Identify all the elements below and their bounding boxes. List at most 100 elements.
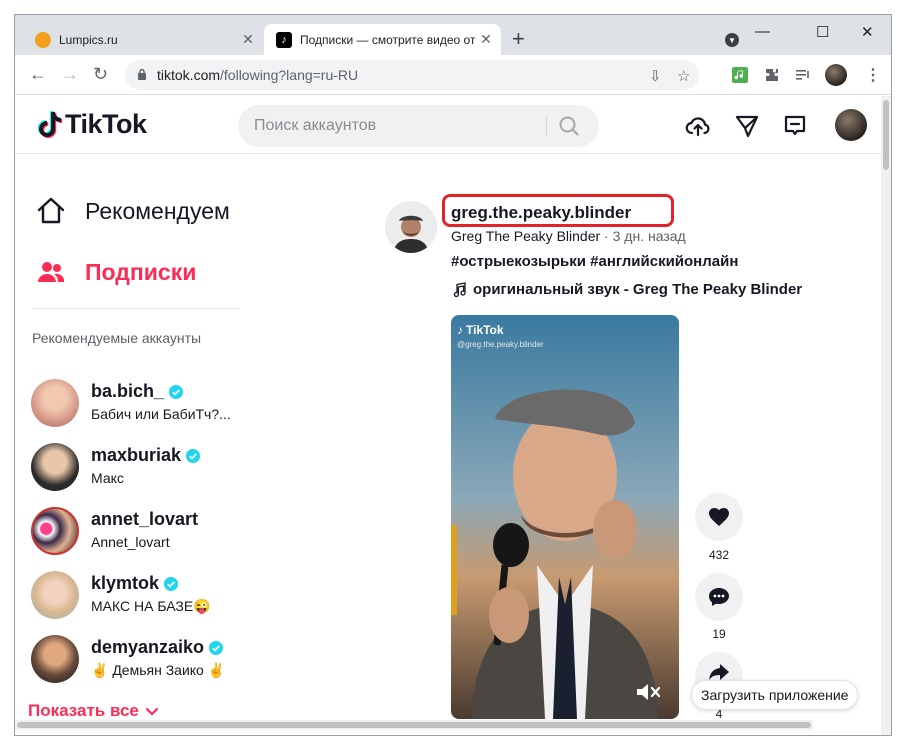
minimize-icon[interactable]: — (755, 23, 770, 40)
username-text: klymtok (91, 573, 160, 593)
username-text: ba.bich_ (91, 381, 165, 401)
tiktok-logo[interactable]: TikTok (35, 109, 147, 140)
messages-send-icon[interactable] (734, 113, 760, 139)
search-icon[interactable] (558, 115, 580, 137)
verified-badge-icon (186, 448, 201, 463)
suggested-account[interactable]: demyanzaiko ✌ Демьян Заико ✌ (31, 633, 251, 685)
post-author-avatar[interactable] (385, 201, 437, 253)
post-sound[interactable]: оригинальный звук - Greg The Peaky Blind… (451, 281, 802, 298)
tab-title: Подписки — смотрите видео от (300, 32, 476, 47)
browser-menu-icon[interactable]: ⋮ (865, 65, 881, 85)
nav-recommended[interactable]: Рекомендуем (35, 195, 230, 227)
username-text: demyanzaiko (91, 637, 205, 657)
heart-icon (709, 508, 729, 526)
account-nickname: Макс (91, 470, 124, 486)
address-bar[interactable]: tiktok.com/following?lang=ru-RU ⇩ ☆ (125, 60, 699, 90)
avatar[interactable] (31, 443, 79, 491)
account-username: ba.bich_ (91, 381, 184, 402)
post-meta: Greg The Peaky Blinder · 3 дн. назад (451, 228, 686, 244)
suggested-account[interactable]: ba.bich_ Бабич или БабиТч?... (31, 377, 251, 429)
avatar[interactable] (31, 571, 79, 619)
extensions-puzzle-icon[interactable] (764, 67, 780, 83)
chevron-down-icon (145, 707, 158, 716)
media-queue-icon[interactable] (795, 67, 811, 83)
suggested-account[interactable]: maxburiak Макс (31, 441, 251, 493)
maximize-icon[interactable]: ☐ (816, 23, 829, 41)
tab-search-icon[interactable]: ▼ (725, 33, 739, 47)
scrollbar-thumb[interactable] (883, 100, 889, 170)
nav-following[interactable]: Подписки (35, 256, 196, 288)
nav-label: Рекомендуем (85, 197, 230, 224)
watermark-text: TikTok (466, 323, 504, 337)
suggested-account[interactable]: klymtok МАКС НА БАЗЕ😜 (31, 569, 251, 621)
comment-button[interactable] (695, 573, 743, 621)
search-bar (238, 105, 599, 147)
tab-lumpics[interactable]: Lumpics.ru ✕ (23, 24, 263, 55)
nav-label: Подписки (85, 258, 197, 285)
tiktok-favicon-icon: ♪ (276, 31, 292, 48)
install-icon[interactable]: ⇩ (649, 67, 662, 85)
browser-toolbar: ← → ↻ tiktok.com/following?lang=ru-RU ⇩ … (15, 55, 891, 95)
tab-close-icon[interactable]: ✕ (239, 31, 257, 49)
tab-strip: Lumpics.ru ✕ ♪ Подписки — смотрите видео… (15, 15, 891, 55)
back-icon[interactable]: ← (29, 65, 47, 83)
url-text: tiktok.com/following?lang=ru-RU (157, 67, 358, 83)
comment-icon (709, 588, 729, 606)
avatar[interactable] (31, 379, 79, 427)
horizontal-scrollbar[interactable] (15, 720, 813, 730)
post-hashtags[interactable]: #острыекозырьки #английскийонлайн (451, 253, 738, 270)
suggested-account[interactable]: annet_lovart Annet_lovart (31, 505, 251, 557)
inbox-icon[interactable] (782, 113, 808, 139)
show-all-button[interactable]: Показать все (28, 701, 159, 721)
tab-tiktok[interactable]: ♪ Подписки — смотрите видео от ✕ (264, 24, 501, 55)
browser-window: Lumpics.ru ✕ ♪ Подписки — смотрите видео… (14, 14, 892, 736)
sidebar: Рекомендуем Подписки Рекомендуемые аккау… (15, 155, 255, 735)
post-time: 3 дн. назад (612, 228, 686, 244)
tiktok-header: TikTok (15, 96, 881, 154)
reload-icon[interactable]: ↻ (93, 65, 108, 83)
window-close-icon[interactable]: ✕ (861, 23, 874, 41)
browser-profile-avatar[interactable] (825, 64, 847, 86)
account-nickname: Бабич или БабиТч?... (91, 406, 231, 422)
download-app-button[interactable]: Загрузить приложение (691, 680, 859, 710)
tab-title: Lumpics.ru (59, 32, 118, 47)
video-player[interactable]: ♪ TikTok @greg.the.peaky.blinder (451, 315, 679, 719)
tiktok-wordmark: TikTok (65, 109, 147, 139)
bookmark-star-icon[interactable]: ☆ (677, 67, 690, 85)
music-extension-icon[interactable] (732, 67, 748, 83)
author-display-name: Greg The Peaky Blinder (451, 228, 601, 244)
video-watermark: ♪ TikTok (457, 323, 504, 337)
suggested-accounts-title: Рекомендуемые аккаунты (32, 330, 202, 346)
scrollbar-thumb[interactable] (17, 722, 811, 728)
search-input[interactable] (254, 105, 534, 147)
author-highlight-box (442, 194, 674, 227)
like-button[interactable] (695, 493, 743, 541)
account-nickname: Annet_lovart (91, 534, 170, 550)
tab-close-icon[interactable]: ✕ (477, 31, 495, 49)
lock-icon (138, 68, 146, 80)
account-username: klymtok (91, 573, 179, 594)
username-text: maxburiak (91, 445, 182, 465)
url-path: /following?lang=ru-RU (220, 67, 359, 83)
account-username: maxburiak (91, 445, 201, 466)
account-nickname: МАКС НА БАЗЕ😜 (91, 598, 211, 614)
verified-badge-icon (169, 384, 184, 399)
lumpics-favicon-icon (35, 31, 51, 48)
show-all-label: Показать все (28, 701, 139, 720)
account-username: demyanzaiko (91, 637, 224, 658)
vertical-scrollbar[interactable] (881, 96, 891, 735)
avatar[interactable] (31, 507, 79, 555)
like-count: 432 (708, 548, 730, 562)
music-note-icon (453, 281, 466, 297)
avatar[interactable] (31, 635, 79, 683)
new-tab-icon[interactable]: + (512, 28, 525, 50)
following-users-icon (38, 262, 65, 282)
user-avatar[interactable] (835, 109, 867, 141)
upload-cloud-icon[interactable] (685, 113, 711, 139)
mute-icon[interactable] (635, 681, 661, 703)
comment-count: 19 (712, 627, 726, 641)
forward-icon[interactable]: → (61, 65, 79, 83)
video-watermark-handle: @greg.the.peaky.blinder (457, 340, 544, 349)
account-nickname: ✌ Демьян Заико ✌ (91, 662, 226, 678)
account-username: annet_lovart (91, 509, 198, 530)
